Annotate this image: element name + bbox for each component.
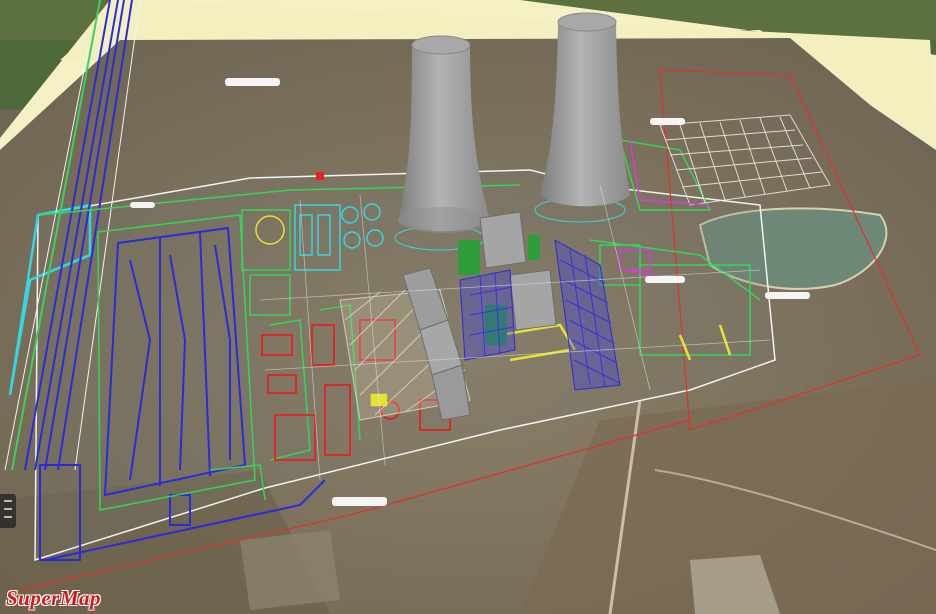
supermap-logo: SuperMap	[6, 586, 101, 611]
map-canvas[interactable]	[0, 0, 936, 614]
navigation-control[interactable]	[0, 494, 16, 528]
3d-map-scene[interactable]: SuperMap	[0, 0, 936, 614]
logo-text: SuperMap	[6, 586, 102, 610]
field-patch-2	[240, 530, 340, 610]
red-marker	[316, 172, 324, 180]
